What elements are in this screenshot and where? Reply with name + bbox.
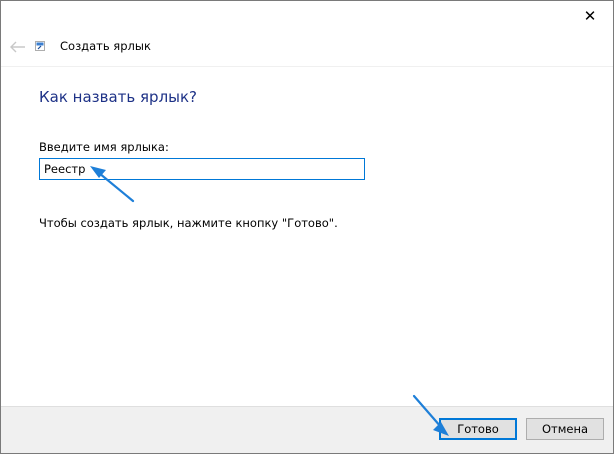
title-bar: ✕ Создать ярлык bbox=[1, 1, 613, 67]
cancel-button[interactable]: Отмена bbox=[526, 418, 604, 440]
close-button[interactable]: ✕ bbox=[567, 1, 613, 31]
shortcut-icon bbox=[35, 41, 45, 51]
finish-hint: Чтобы создать ярлык, нажмите кнопку "Гот… bbox=[39, 216, 338, 230]
close-icon: ✕ bbox=[583, 6, 597, 25]
shortcut-name-input[interactable] bbox=[39, 158, 365, 180]
finish-button[interactable]: Готово bbox=[439, 418, 517, 440]
shortcut-name-label: Введите имя ярлыка: bbox=[39, 140, 169, 154]
page-heading: Как назвать ярлык? bbox=[39, 88, 198, 106]
arrow-left-icon bbox=[10, 41, 25, 53]
back-button[interactable] bbox=[7, 38, 29, 56]
footer-bar: Готово Отмена bbox=[1, 406, 613, 453]
create-shortcut-window: ✕ Создать ярлык Как назвать ярлык? Введи… bbox=[0, 0, 614, 454]
wizard-title: Создать ярлык bbox=[60, 39, 151, 53]
